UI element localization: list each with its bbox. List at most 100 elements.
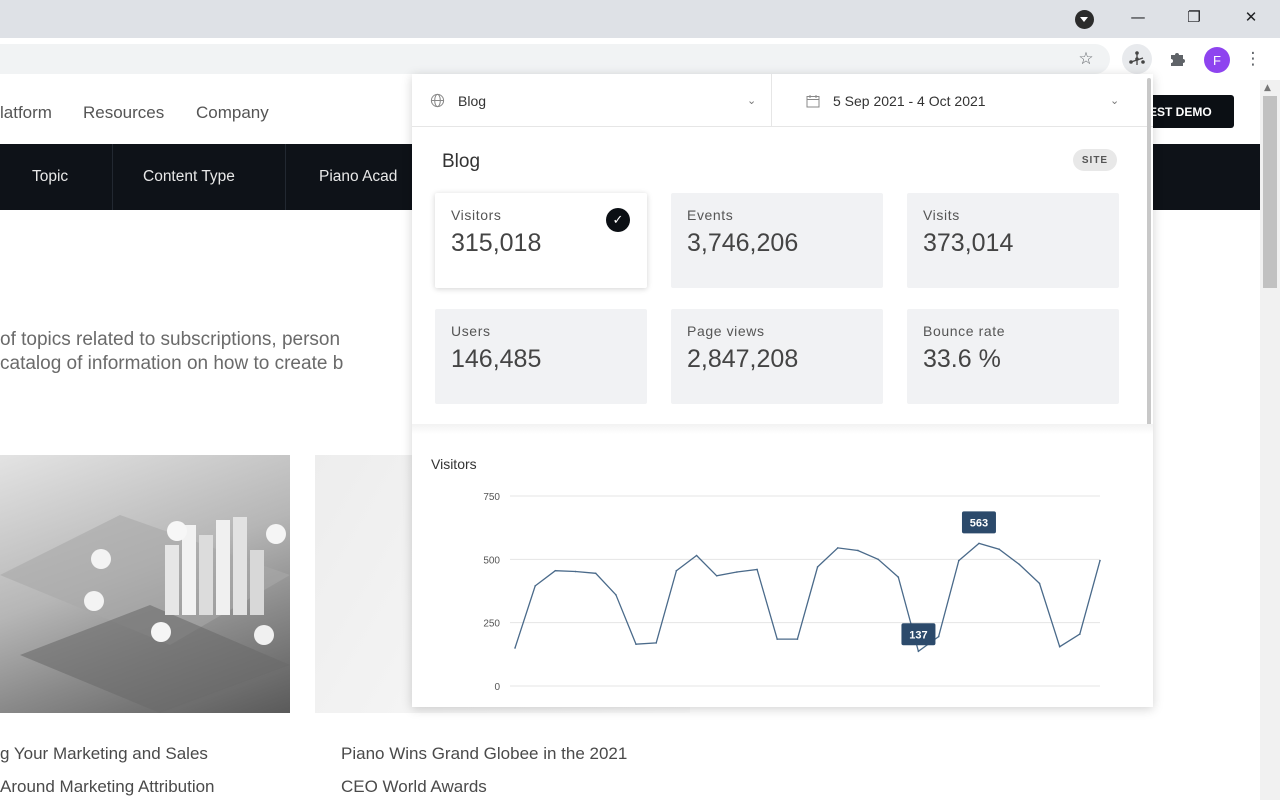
data-point <box>615 594 617 596</box>
metric-value: 2,847,208 <box>687 345 799 373</box>
site-selector-value: Blog <box>458 92 487 109</box>
calendar-icon <box>806 94 820 107</box>
address-bar[interactable] <box>0 44 1110 74</box>
intro-line: of topics related to subscriptions, pers… <box>0 329 341 350</box>
card-title[interactable]: g Your Marketing and Sales Around Market… <box>0 737 215 800</box>
data-point <box>715 575 718 577</box>
popup-header: Blog ⌄ 5 Sep 2021 - 4 Oct 2021 ⌄ <box>412 74 1153 127</box>
date-range-selector[interactable]: 5 Sep 2021 - 4 Oct 2021 <box>806 74 1136 127</box>
data-point <box>594 572 597 575</box>
metric-label: Users <box>451 323 491 339</box>
chevron-down-icon[interactable]: ⌄ <box>747 94 756 107</box>
data-point <box>877 558 879 561</box>
site-selector[interactable]: Blog <box>430 74 770 127</box>
data-point <box>776 638 779 640</box>
y-tick-label: 250 <box>483 619 500 630</box>
metric-card-events[interactable]: Events 3,746,206 <box>671 193 883 288</box>
data-point <box>937 635 940 638</box>
extension-active-icon[interactable] <box>1122 44 1152 74</box>
nav-link-resources[interactable]: Resources <box>83 103 164 123</box>
header-divider <box>771 74 772 127</box>
nav-divider <box>112 144 113 210</box>
scroll-up-arrow-icon[interactable]: ▲ <box>1264 83 1271 93</box>
data-label: 563 <box>970 517 988 529</box>
metric-label: Page views <box>687 323 765 339</box>
data-point <box>695 554 698 557</box>
metric-value: 315,018 <box>451 229 542 257</box>
intro-text: of topics related to subscriptions, pers… <box>0 328 343 376</box>
data-point <box>534 585 536 587</box>
nav-divider <box>285 144 286 210</box>
popup-section-divider <box>412 424 1153 434</box>
data-point <box>574 570 577 573</box>
date-range-value: 5 Sep 2021 - 4 Oct 2021 <box>833 92 986 109</box>
data-point <box>514 647 516 649</box>
y-tick-label: 0 <box>494 682 500 693</box>
site-badge: SITE <box>1073 149 1117 171</box>
globe-icon <box>430 93 445 108</box>
data-point <box>736 571 738 573</box>
data-point <box>857 549 859 552</box>
chevron-down-icon[interactable]: ⌄ <box>1110 94 1119 107</box>
profile-menu-icon[interactable] <box>1075 10 1094 29</box>
popup-scrollbar-thumb[interactable] <box>1147 78 1151 428</box>
nav-link-platform[interactable]: latform <box>0 103 52 123</box>
checkmark-icon: ✓ <box>606 208 630 232</box>
data-point <box>1079 633 1081 635</box>
metric-card-bounce-rate[interactable]: Bounce rate 33.6 % <box>907 309 1119 404</box>
card-title-line: Around Marketing Attribution <box>0 777 215 796</box>
nav-content-type[interactable]: Content Type <box>143 144 235 210</box>
data-point <box>554 569 557 572</box>
nav-piano-academy[interactable]: Piano Acad <box>319 144 397 210</box>
card-image-3d-blocks[interactable] <box>0 455 290 713</box>
data-point <box>1018 563 1021 566</box>
visitors-line-chart: 0 250 500 750 563 137 <box>483 492 1101 693</box>
y-tick-label: 500 <box>483 555 500 566</box>
metric-card-page-views[interactable]: Page views 2,847,208 <box>671 309 883 404</box>
minimize-button[interactable]: — <box>1115 0 1161 34</box>
data-point <box>655 642 658 644</box>
nav-topic[interactable]: Topic <box>32 144 68 210</box>
star-icon[interactable]: ☆ <box>1071 44 1101 74</box>
data-point <box>796 638 799 640</box>
data-point <box>756 568 758 571</box>
intro-line: catalog of information on how to create … <box>0 353 344 374</box>
data-point <box>816 566 819 568</box>
card-title-line: g Your Marketing and Sales <box>0 744 208 763</box>
data-point <box>978 542 980 545</box>
metric-card-users[interactable]: Users 146,485 <box>435 309 647 404</box>
browser-titlebar: — ❐ ✕ <box>0 0 1280 38</box>
metric-label: Events <box>687 207 734 223</box>
site-title: Blog <box>442 151 481 172</box>
data-point <box>998 548 1000 550</box>
data-point <box>917 650 920 653</box>
data-point <box>635 643 637 645</box>
card-title-line: CEO World Awards <box>341 777 487 796</box>
metric-value: 373,014 <box>923 229 1014 257</box>
data-label: 137 <box>909 629 927 641</box>
card-title-line: Piano Wins Grand Globee in the 2021 <box>341 744 628 763</box>
data-point <box>675 569 678 572</box>
data-point <box>836 547 839 549</box>
metric-card-visitors[interactable]: Visitors 315,018 ✓ <box>435 193 647 288</box>
metric-label: Visits <box>923 207 960 223</box>
card-title[interactable]: Piano Wins Grand Globee in the 2021 CEO … <box>341 737 627 800</box>
metric-value: 33.6 % <box>923 345 1001 373</box>
metric-value: 146,485 <box>451 345 542 373</box>
close-button[interactable]: ✕ <box>1228 0 1274 34</box>
metric-value: 3,746,206 <box>687 229 799 257</box>
chart-title: Visitors <box>431 456 477 472</box>
data-point <box>1038 582 1041 585</box>
kebab-menu-icon[interactable]: ⋮ <box>1238 44 1268 74</box>
page-scrollbar-thumb[interactable] <box>1263 96 1277 288</box>
data-point <box>1099 559 1101 562</box>
nav-link-company[interactable]: Company <box>196 103 269 123</box>
avatar[interactable]: F <box>1204 47 1230 73</box>
metric-label: Visitors <box>451 207 502 223</box>
data-point <box>1058 645 1061 648</box>
metric-card-visits[interactable]: Visits 373,014 <box>907 193 1119 288</box>
analytics-popup: Blog ⌄ 5 Sep 2021 - 4 Oct 2021 ⌄ Blog SI… <box>412 74 1153 707</box>
restore-button[interactable]: ❐ <box>1171 0 1217 34</box>
puzzle-icon[interactable] <box>1162 44 1192 74</box>
y-tick-label: 750 <box>483 492 500 503</box>
